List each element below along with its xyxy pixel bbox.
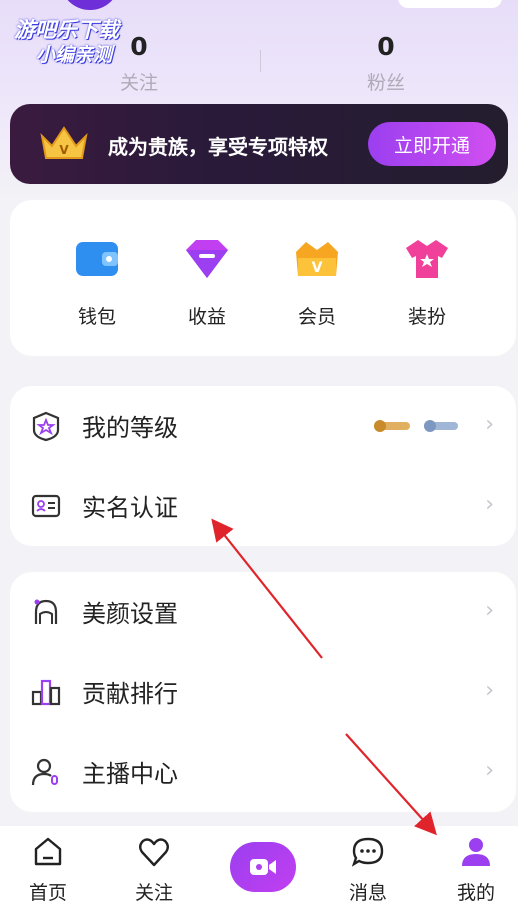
arrow-to-profile-tab (345, 733, 437, 836)
arrow-to-real-name (211, 518, 323, 659)
annotation-arrows (211, 518, 437, 836)
